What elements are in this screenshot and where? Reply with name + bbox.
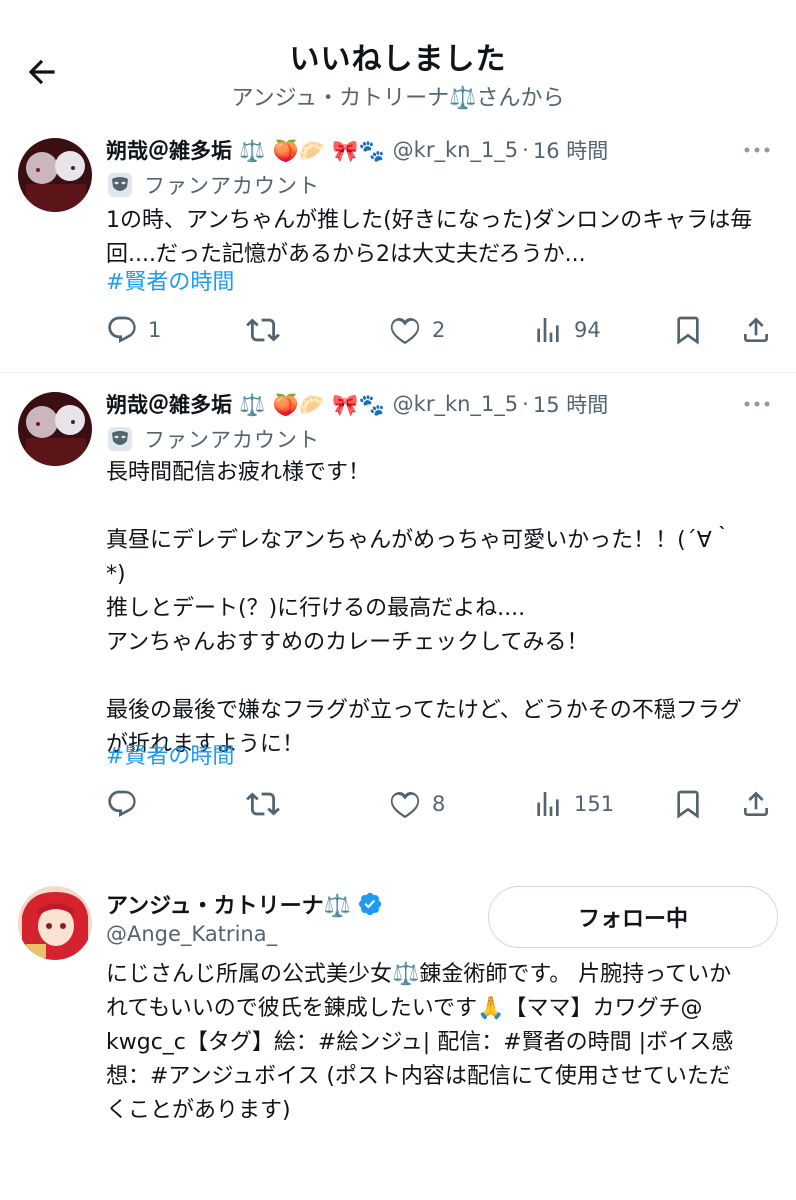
reply-icon — [108, 316, 136, 343]
like-button[interactable]: 2 — [388, 310, 445, 350]
share-icon — [744, 317, 768, 342]
account-badge: ファンアカウント — [106, 424, 320, 454]
views-button[interactable]: 151 — [532, 784, 614, 824]
page-subtitle: アンジュ・カトリーナ⚖️さんから — [231, 86, 565, 111]
retweet-icon — [246, 792, 280, 816]
divider — [0, 372, 796, 373]
tweet-text: 1の時、アンちゃんが推した(好きになった)ダンロンのキャラは毎 回....だった… — [106, 208, 753, 267]
share-button[interactable] — [740, 310, 772, 350]
tweet-text: 長時間配信お疲れ様です！ 真昼にデレデレなアンちゃんがめっちゃ可愛いかった！！(… — [106, 460, 742, 757]
author-handle: @kr_kn_1_5 — [392, 392, 519, 416]
profile-name[interactable]: アンジュ・カトリーナ⚖️ — [106, 888, 351, 920]
tweet-time[interactable]: 15 時間 — [533, 389, 608, 419]
following-button[interactable]: フォロー中 — [488, 886, 778, 948]
author-name[interactable]: 朔哉＠雑多垢 ⚖️ 🍑🥟 🎀🐾 — [106, 135, 385, 165]
fan-mask-icon — [108, 173, 132, 197]
page-header: いいねしました アンジュ・カトリーナ⚖️さんから — [0, 0, 796, 120]
badge-label: ファンアカウント — [144, 428, 320, 452]
share-icon — [744, 791, 768, 816]
dot-separator: · — [522, 138, 529, 162]
tweet-actions: 8 151 — [106, 784, 778, 824]
retweet-button[interactable] — [246, 784, 280, 824]
hashtag-link[interactable]: #賢者の時間 — [106, 740, 234, 774]
author-name[interactable]: 朔哉＠雑多垢 ⚖️ 🍑🥟 🎀🐾 — [106, 389, 385, 419]
avatar[interactable] — [18, 138, 92, 212]
retweet-button[interactable] — [246, 310, 280, 350]
tweet-time[interactable]: 16 時間 — [533, 135, 608, 165]
profile-bio: にじさんじ所属の公式美少女⚖️錬金術師です。 片腕持っていか れてもいいので彼氏… — [106, 962, 734, 1123]
avatar[interactable] — [18, 392, 92, 466]
like-count: 2 — [432, 318, 446, 342]
verified-icon — [358, 892, 382, 916]
more-icon[interactable] — [742, 140, 772, 160]
view-count: 151 — [574, 792, 615, 816]
bookmark-button[interactable] — [672, 784, 704, 824]
profile-handle: @Ange_Katrina_ — [106, 922, 278, 946]
fan-mask-icon — [108, 427, 132, 451]
share-button[interactable] — [740, 784, 772, 824]
like-icon — [390, 317, 420, 345]
author-handle: @kr_kn_1_5 — [392, 138, 519, 162]
views-icon — [537, 792, 559, 816]
views-button[interactable]: 94 — [532, 310, 601, 350]
like-count: 8 — [432, 792, 446, 816]
retweet-icon — [246, 318, 280, 342]
hashtag-link[interactable]: #賢者の時間 — [106, 266, 234, 300]
account-badge: ファンアカウント — [106, 170, 320, 200]
profile-avatar[interactable] — [18, 886, 92, 960]
like-icon — [390, 791, 420, 819]
bookmark-icon — [677, 790, 699, 819]
bookmark-icon — [677, 316, 699, 345]
more-icon[interactable] — [742, 394, 772, 414]
page-title: いいねしました — [289, 42, 507, 77]
badge-label: ファンアカウント — [144, 174, 320, 198]
dot-separator: · — [522, 392, 529, 416]
like-button[interactable]: 8 — [388, 784, 445, 824]
tweet[interactable]: 朔哉＠雑多垢 ⚖️ 🍑🥟 🎀🐾 @kr_kn_1_5 · 15 時間 ファンアカ… — [0, 384, 796, 844]
tweet[interactable]: 朔哉＠雑多垢 ⚖️ 🍑🥟 🎀🐾 @kr_kn_1_5 · 16 時間 ファンアカ… — [0, 130, 796, 370]
views-icon — [537, 318, 559, 342]
reply-icon — [108, 790, 136, 817]
reply-button[interactable]: 1 — [106, 310, 161, 350]
reply-button[interactable] — [106, 784, 148, 824]
view-count: 94 — [574, 318, 601, 342]
reply-count: 1 — [148, 318, 162, 342]
bookmark-button[interactable] — [672, 310, 704, 350]
tweet-actions: 1 2 94 — [106, 310, 778, 350]
